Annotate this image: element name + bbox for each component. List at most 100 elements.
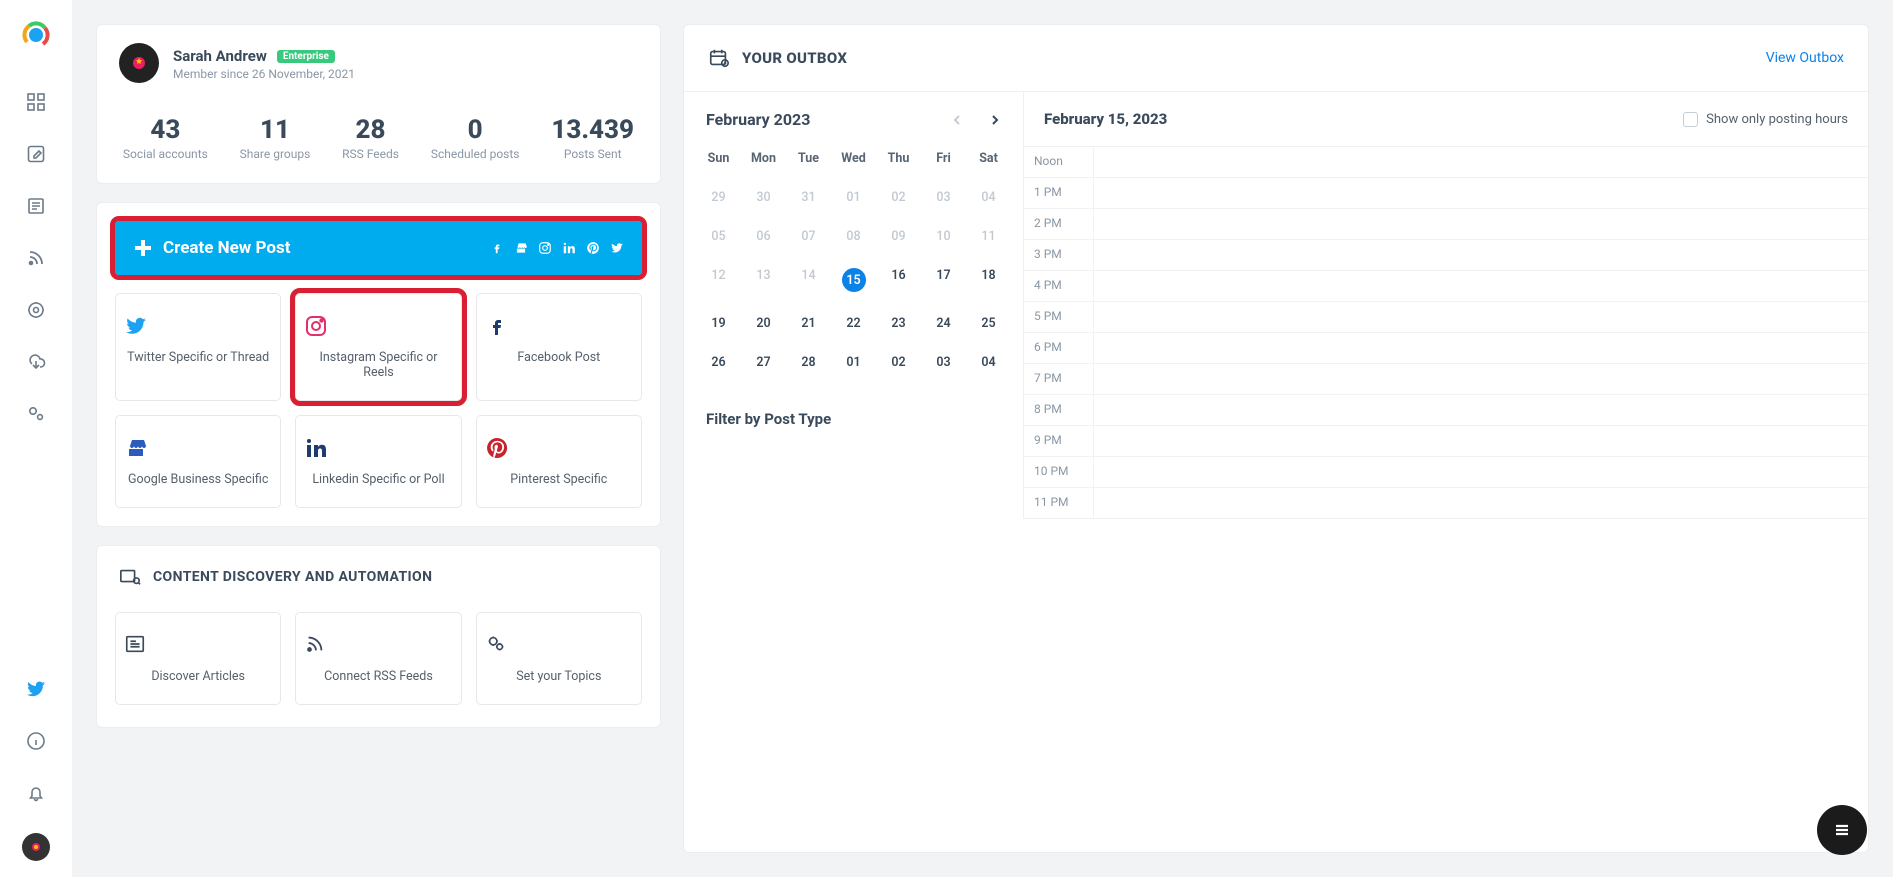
time-slot[interactable]: 11 PM — [1024, 488, 1868, 519]
nav-twitter-icon[interactable] — [24, 677, 48, 701]
hour-label: 2 PM — [1024, 209, 1094, 239]
app-logo — [21, 20, 51, 50]
calendar-day[interactable]: 09 — [876, 217, 921, 256]
time-slot[interactable]: Noon — [1024, 147, 1868, 178]
calendar-day[interactable]: 05 — [696, 217, 741, 256]
calendar-day[interactable]: 02 — [876, 178, 921, 217]
calendar-day[interactable]: 19 — [696, 304, 741, 343]
time-slot[interactable]: 7 PM — [1024, 364, 1868, 395]
calendar-day[interactable]: 04 — [966, 343, 1011, 382]
calendar-day[interactable]: 29 — [696, 178, 741, 217]
calendar-icon — [708, 47, 730, 69]
calendar-day[interactable]: 17 — [921, 256, 966, 304]
slot-cell[interactable] — [1094, 178, 1868, 208]
calendar-day[interactable]: 03 — [921, 343, 966, 382]
calendar-day[interactable]: 06 — [741, 217, 786, 256]
calendar-dow: Tue — [786, 145, 831, 178]
calendar-day[interactable]: 08 — [831, 217, 876, 256]
post-type-tile[interactable]: Google Business Specific — [115, 415, 281, 508]
time-slot[interactable]: 10 PM — [1024, 457, 1868, 488]
time-slot[interactable]: 9 PM — [1024, 426, 1868, 457]
stat-value: 11 — [240, 115, 311, 145]
discovery-tile[interactable]: Connect RSS Feeds — [295, 612, 461, 705]
outbox-card: YOUR OUTBOX View Outbox February 2023 — [683, 24, 1869, 853]
show-only-posting-toggle[interactable]: Show only posting hours — [1683, 112, 1848, 127]
calendar-day[interactable]: 27 — [741, 343, 786, 382]
post-type-tile[interactable]: Facebook Post — [476, 293, 642, 401]
calendar-day[interactable]: 01 — [831, 178, 876, 217]
slot-cell[interactable] — [1094, 364, 1868, 394]
next-month-button[interactable] — [989, 114, 1001, 126]
content-discovery-card: CONTENT DISCOVERY AND AUTOMATION Discove… — [96, 545, 661, 728]
create-post-button[interactable]: Create New Post — [115, 221, 642, 275]
view-outbox-link[interactable]: View Outbox — [1766, 50, 1844, 66]
calendar-day[interactable]: 21 — [786, 304, 831, 343]
calendar-day[interactable]: 03 — [921, 178, 966, 217]
calendar-day[interactable]: 31 — [786, 178, 831, 217]
time-slot[interactable]: 4 PM — [1024, 271, 1868, 302]
slot-cell[interactable] — [1094, 426, 1868, 456]
filter-title: Filter by Post Type — [696, 382, 1011, 428]
discovery-tile[interactable]: Discover Articles — [115, 612, 281, 705]
calendar-day[interactable]: 20 — [741, 304, 786, 343]
nav-download-icon[interactable] — [24, 350, 48, 374]
nav-rss-icon[interactable] — [24, 246, 48, 270]
slot-cell[interactable] — [1094, 240, 1868, 270]
slot-cell[interactable] — [1094, 147, 1868, 177]
slot-cell[interactable] — [1094, 209, 1868, 239]
slot-cell[interactable] — [1094, 333, 1868, 363]
stat-item: 11Share groups — [240, 115, 311, 161]
time-slot[interactable]: 3 PM — [1024, 240, 1868, 271]
calendar-day[interactable]: 04 — [966, 178, 1011, 217]
nav-bell-icon[interactable] — [24, 781, 48, 805]
hour-label: 4 PM — [1024, 271, 1094, 301]
calendar-day[interactable]: 01 — [831, 343, 876, 382]
time-slot[interactable]: 8 PM — [1024, 395, 1868, 426]
calendar-day[interactable]: 30 — [741, 178, 786, 217]
slot-cell[interactable] — [1094, 271, 1868, 301]
calendar-day[interactable]: 13 — [741, 256, 786, 304]
calendar-day[interactable]: 15 — [831, 256, 876, 304]
calendar-day[interactable]: 23 — [876, 304, 921, 343]
time-slot[interactable]: 5 PM — [1024, 302, 1868, 333]
calendar-day[interactable]: 28 — [786, 343, 831, 382]
time-slot[interactable]: 6 PM — [1024, 333, 1868, 364]
calendar-day[interactable]: 11 — [966, 217, 1011, 256]
calendar-day[interactable]: 18 — [966, 256, 1011, 304]
calendar-day[interactable]: 24 — [921, 304, 966, 343]
calendar-month: February 2023 — [706, 110, 810, 129]
linkedin-icon — [562, 241, 576, 255]
nav-automation-icon[interactable] — [24, 298, 48, 322]
nav-user-avatar[interactable] — [22, 833, 50, 861]
calendar-day[interactable]: 25 — [966, 304, 1011, 343]
calendar-day[interactable]: 02 — [876, 343, 921, 382]
nav-info-icon[interactable] — [24, 729, 48, 753]
post-type-tile[interactable]: Instagram Specific or Reels — [295, 293, 461, 401]
time-slot[interactable]: 2 PM — [1024, 209, 1868, 240]
post-type-tile[interactable]: Linkedin Specific or Poll — [295, 415, 461, 508]
nav-dashboard-icon[interactable] — [24, 90, 48, 114]
post-type-tile[interactable]: Pinterest Specific — [476, 415, 642, 508]
prev-month-button[interactable] — [951, 114, 963, 126]
slot-cell[interactable] — [1094, 302, 1868, 332]
slot-cell[interactable] — [1094, 395, 1868, 425]
nav-posts-icon[interactable] — [24, 194, 48, 218]
calendar-day[interactable]: 14 — [786, 256, 831, 304]
calendar-day[interactable]: 26 — [696, 343, 741, 382]
calendar-day[interactable]: 22 — [831, 304, 876, 343]
calendar-day[interactable]: 07 — [786, 217, 831, 256]
calendar-day[interactable]: 16 — [876, 256, 921, 304]
post-type-tile[interactable]: Twitter Specific or Thread — [115, 293, 281, 401]
fab-menu-button[interactable] — [1817, 805, 1867, 855]
calendar-day[interactable]: 10 — [921, 217, 966, 256]
nav-compose-icon[interactable] — [24, 142, 48, 166]
hour-label: 1 PM — [1024, 178, 1094, 208]
slot-cell[interactable] — [1094, 488, 1868, 518]
tile-label: Instagram Specific or Reels — [304, 350, 452, 380]
calendar-day[interactable]: 12 — [696, 256, 741, 304]
slot-cell[interactable] — [1094, 457, 1868, 487]
instagram-icon — [304, 314, 452, 338]
nav-settings-icon[interactable] — [24, 402, 48, 426]
time-slot[interactable]: 1 PM — [1024, 178, 1868, 209]
discovery-tile[interactable]: Set your Topics — [476, 612, 642, 705]
